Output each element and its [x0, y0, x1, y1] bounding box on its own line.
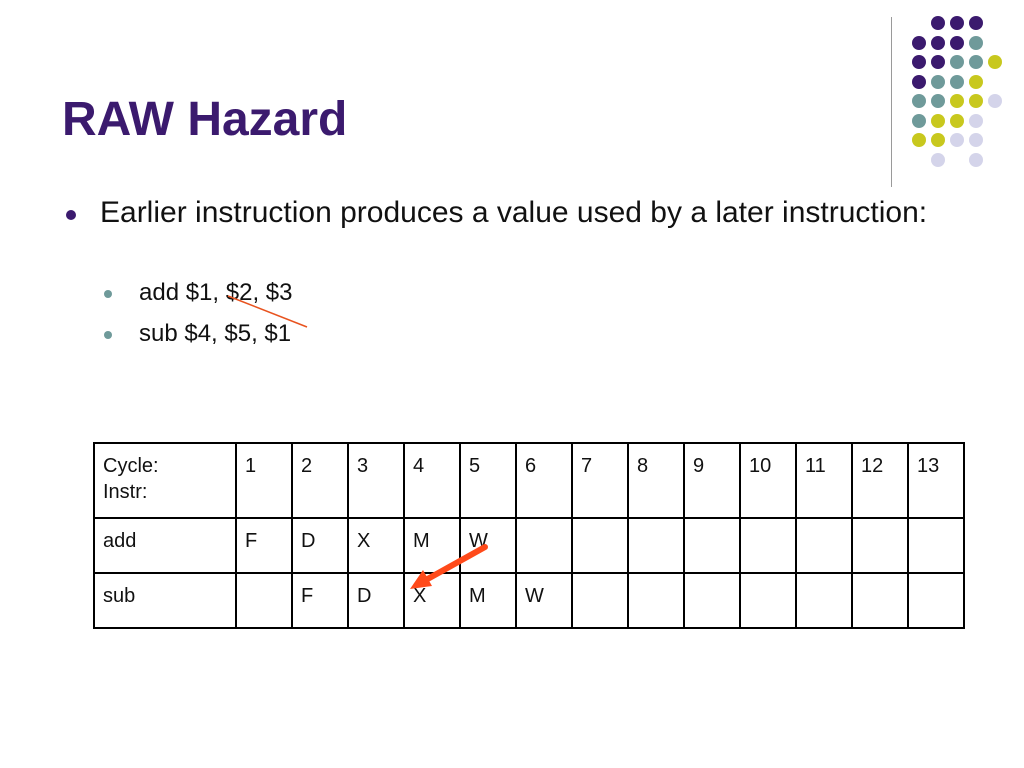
- decorative-dot: [969, 35, 983, 50]
- sub-bullet-add-text: add $1, $2, $3: [139, 279, 293, 306]
- decorative-dot: [931, 94, 945, 108]
- stage-cell: X: [403, 572, 461, 629]
- stage-cell: [739, 572, 797, 629]
- decorative-dot: [969, 113, 983, 128]
- stage-cell: D: [347, 572, 405, 629]
- decorative-dot: [950, 133, 964, 147]
- decorative-dot: [931, 55, 945, 69]
- decorative-dot: [950, 55, 964, 69]
- instr-cell: add: [93, 517, 237, 574]
- stage-cell: D: [291, 517, 349, 574]
- instr-label: Instr:: [103, 481, 148, 503]
- decorative-dot: [969, 94, 983, 108]
- cycle-header-cell: 8: [627, 442, 685, 519]
- sub-bullet-dot-icon: [104, 331, 112, 339]
- cycle-header-cell: 13: [907, 442, 965, 519]
- decorative-dot: [912, 55, 926, 69]
- bullet-main: Earlier instruction produces a value use…: [66, 196, 946, 230]
- stage-cell: M: [403, 517, 461, 574]
- table-row-sub: sub F D X M W: [93, 572, 965, 629]
- decorative-dot: [969, 55, 983, 69]
- slide-title: RAW Hazard: [62, 93, 348, 146]
- decorative-dot: [931, 152, 945, 167]
- decorative-dot: [969, 74, 983, 89]
- cycle-header-cell: 3: [347, 442, 405, 519]
- decorative-dot: [969, 152, 983, 167]
- decorative-dot: [912, 133, 926, 147]
- decorative-dot: [931, 113, 945, 128]
- decorative-dot: [950, 74, 964, 89]
- pipeline-table: Cycle: Instr: 1 2 3 4 5 6 7 8 9 10 11 12…: [93, 442, 965, 629]
- table-header-row: Cycle: Instr: 1 2 3 4 5 6 7 8 9 10 11 12…: [93, 442, 965, 519]
- cycle-header-cell: 11: [795, 442, 853, 519]
- cycle-header-cell: 1: [235, 442, 293, 519]
- decorative-dot: [912, 94, 926, 108]
- stage-cell: [571, 517, 629, 574]
- decorative-dot: [912, 35, 926, 50]
- decorative-dot: [988, 94, 1002, 108]
- slide: RAW Hazard Earlier instruction produces …: [0, 0, 1024, 768]
- decorative-dot: [931, 133, 945, 147]
- decorative-dot: [931, 35, 945, 50]
- stage-cell: [235, 572, 293, 629]
- cycle-instr-header: Cycle: Instr:: [93, 442, 237, 519]
- stage-cell: [851, 517, 909, 574]
- stage-cell: F: [235, 517, 293, 574]
- decorative-dot: [931, 74, 945, 89]
- cycle-header-cell: 4: [403, 442, 461, 519]
- sub-bullet-add: add $1, $2, $3: [104, 279, 292, 307]
- stage-cell: [571, 572, 629, 629]
- stage-cell: F: [291, 572, 349, 629]
- decorative-dot: [931, 16, 945, 30]
- cycle-header-cell: 2: [291, 442, 349, 519]
- cycle-header-cell: 12: [851, 442, 909, 519]
- decorative-dot: [950, 16, 964, 30]
- decorative-dot: [969, 133, 983, 147]
- cycle-header-cell: 10: [739, 442, 797, 519]
- vertical-divider: [891, 17, 892, 187]
- cycle-header-cell: 9: [683, 442, 741, 519]
- decorative-dot: [912, 113, 926, 128]
- stage-cell: X: [347, 517, 405, 574]
- stage-cell: [627, 517, 685, 574]
- sub-bullet-dot-icon: [104, 290, 112, 298]
- decorative-dot: [969, 16, 983, 30]
- stage-cell: [851, 572, 909, 629]
- decorative-dot: [950, 94, 964, 108]
- stage-cell: [683, 572, 741, 629]
- cycle-header-cell: 7: [571, 442, 629, 519]
- sub-bullet-sub: sub $4, $5, $1: [104, 320, 291, 348]
- stage-cell: M: [459, 572, 517, 629]
- stage-cell: [683, 517, 741, 574]
- cycle-label: Cycle:: [103, 455, 159, 477]
- decorative-dot: [950, 113, 964, 128]
- stage-cell: [739, 517, 797, 574]
- stage-cell: W: [515, 572, 573, 629]
- stage-cell: [795, 517, 853, 574]
- sub-bullet-sub-text: sub $4, $5, $1: [139, 320, 292, 347]
- cycle-header-cell: 5: [459, 442, 517, 519]
- instr-cell: sub: [93, 572, 237, 629]
- stage-cell: [515, 517, 573, 574]
- stage-cell: [627, 572, 685, 629]
- stage-cell: [907, 572, 965, 629]
- stage-cell: [907, 517, 965, 574]
- decorative-dot: [988, 55, 1002, 69]
- bullet-dot-icon: [66, 210, 76, 220]
- decorative-dot: [912, 74, 926, 89]
- table-row-add: add F D X M W: [93, 517, 965, 574]
- stage-cell: [795, 572, 853, 629]
- stage-cell: W: [459, 517, 517, 574]
- bullet-main-text: Earlier instruction produces a value use…: [100, 196, 928, 229]
- decorative-dot: [950, 35, 964, 50]
- cycle-header-cell: 6: [515, 442, 573, 519]
